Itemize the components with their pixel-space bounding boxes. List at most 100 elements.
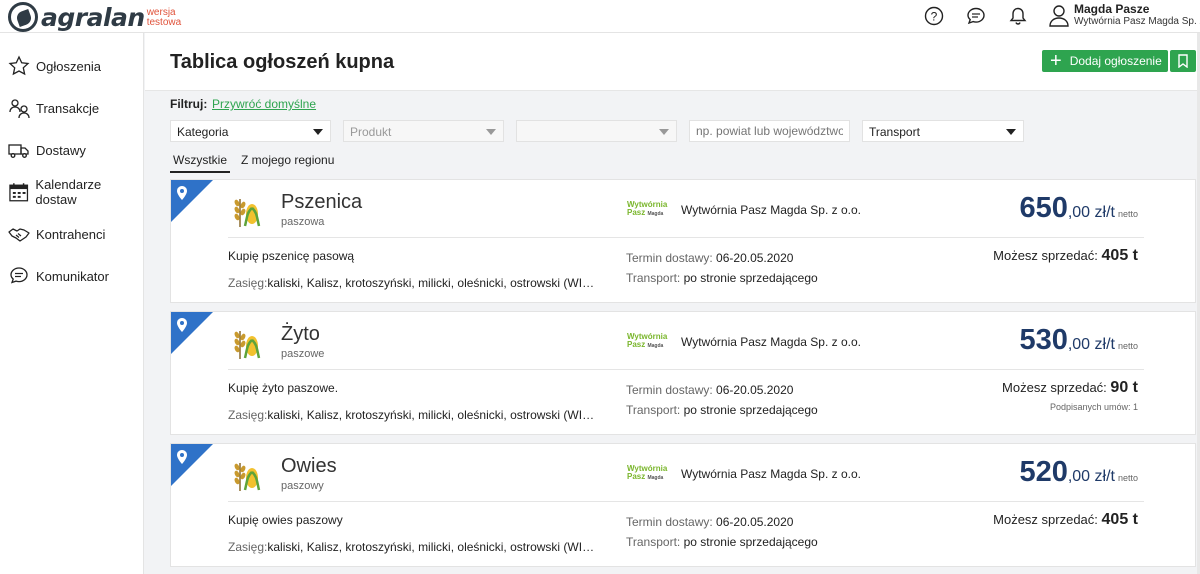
- card-text: Termin dostawy:: [626, 515, 713, 529]
- card-text: 405 t: [1101, 511, 1138, 528]
- location-pin-icon: [171, 444, 213, 486]
- add-listing-button[interactable]: + Dodaj ogłoszenie: [1042, 50, 1168, 72]
- transport-select[interactable]: Transport: [862, 120, 1024, 142]
- logo-leaf-icon: [8, 2, 38, 32]
- star-icon: [8, 55, 30, 76]
- sidebar-item-label: Transakcje: [36, 100, 100, 116]
- card-text: kaliski, Kalisz, krotoszyński, milicki, …: [267, 540, 598, 554]
- card-text: Pasz: [627, 208, 646, 217]
- category-value: Kategoria: [177, 125, 229, 139]
- listing-description: Kupię żyto paszowe.: [228, 381, 339, 395]
- sidebar-item-label: Ogłoszenia: [36, 58, 102, 74]
- price-netto: netto: [1117, 341, 1138, 351]
- filter-label: Filtruj:: [170, 97, 208, 111]
- card-text: 06-20.05.2020: [716, 383, 794, 397]
- card-text: Transport:: [626, 535, 681, 549]
- company-name[interactable]: Wytwórnia Pasz Magda Sp. z o.o.: [681, 203, 861, 217]
- sidebar-item-label: Komunikator: [36, 268, 109, 284]
- category-select[interactable]: Kategoria: [170, 120, 331, 142]
- card-text: 405 t: [1101, 247, 1138, 264]
- location-input[interactable]: [689, 120, 850, 142]
- card-text: po stronie sprzedającego: [683, 535, 818, 549]
- price-main: 650: [1019, 192, 1068, 224]
- price: 530,00 zł/t netto: [1019, 324, 1138, 357]
- transport-value: Transport: [869, 125, 920, 139]
- product-variant: paszowa: [281, 216, 325, 228]
- company-name[interactable]: Wytwórnia Pasz Magda Sp. z o.o.: [681, 335, 861, 349]
- help-icon[interactable]: ?: [923, 5, 945, 27]
- sidebar-item-kontrahenci[interactable]: Kontrahenci: [8, 222, 105, 246]
- handshake-icon: [8, 228, 30, 242]
- sidebar-item-komunikator[interactable]: Komunikator: [8, 264, 109, 288]
- reset-filters-link[interactable]: Przywróć domyślne: [212, 97, 316, 111]
- calendar-icon: [9, 183, 29, 202]
- sidebar-item-kalendarze-dostaw[interactable]: Kalendarze dostaw: [8, 177, 143, 207]
- delivery-term: Termin dostawy: 06-20.05.2020: [626, 515, 793, 529]
- transactions-icon: [9, 99, 30, 119]
- bell-icon[interactable]: [1007, 5, 1029, 27]
- delivery-term: Termin dostawy: 06-20.05.2020: [626, 383, 793, 397]
- product-variant: paszowe: [281, 348, 325, 360]
- listing-range: Zasięg:kaliski, Kalisz, krotoszyński, mi…: [228, 408, 598, 422]
- card-text: Magda: [647, 475, 664, 481]
- transport-info: Transport: po stronie sprzedającego: [626, 403, 818, 417]
- sidebar-item-label: Dostawy: [36, 142, 86, 158]
- bookmark-icon: [1178, 54, 1188, 68]
- card-text: 06-20.05.2020: [716, 251, 794, 265]
- listing-card[interactable]: Żyto paszowe Wytwórnia Pasz Magda Wytwórn…: [170, 311, 1196, 435]
- agralan-logo[interactable]: agralan wersja testowa: [8, 2, 181, 32]
- card-text: Zasięg:: [228, 276, 268, 290]
- card-text: Możesz sprzedać:: [993, 248, 1098, 263]
- product-name: Pszenica: [281, 191, 363, 213]
- price-netto: netto: [1117, 473, 1138, 483]
- signed-contracts: Podpisanych umów: 1: [1049, 402, 1138, 412]
- product-variant: paszowy: [281, 480, 324, 492]
- card-divider: [228, 501, 1144, 502]
- sell-amount: Możesz sprzedać: 405 t: [993, 247, 1138, 265]
- card-text: Możesz sprzedać:: [993, 512, 1098, 527]
- top-bar: agralan wersja testowa ? Magda Pasze Wyt…: [0, 0, 1200, 33]
- variant-select[interactable]: [516, 120, 677, 142]
- grain-icon: [228, 325, 264, 361]
- card-text: Zasięg:: [228, 540, 268, 554]
- sell-amount: Możesz sprzedać: 405 t: [993, 511, 1138, 529]
- grain-icon: [228, 457, 264, 493]
- chat-icon: [10, 267, 28, 284]
- price-unit: ,00 zł/t: [1067, 468, 1115, 485]
- chevron-down-icon: [659, 129, 669, 135]
- bookmark-button[interactable]: [1170, 50, 1196, 72]
- product-select[interactable]: Produkt: [343, 120, 504, 142]
- company-name[interactable]: Wytwórnia Pasz Magda Sp. z o.o.: [681, 467, 861, 481]
- sidebar-item-dostawy[interactable]: Dostawy: [8, 138, 86, 162]
- user-company: Wytwórnia Pasz Magda Sp. z o.o.: [1074, 16, 1200, 27]
- card-text: 06-20.05.2020: [716, 515, 794, 529]
- user-name[interactable]: Magda Pasze: [1074, 2, 1149, 16]
- sell-amount: Możesz sprzedać: 90 t: [1002, 379, 1138, 397]
- transport-info: Transport: po stronie sprzedającego: [626, 535, 818, 549]
- card-text: Termin dostawy:: [626, 251, 713, 265]
- test-version-badge: wersja testowa: [147, 8, 181, 28]
- listing-card[interactable]: Pszenica paszowa Wytwórnia Pasz Magda Wyt…: [170, 179, 1196, 303]
- page-header: Tablica ogłoszeń kupna + Dodaj ogłoszeni…: [145, 33, 1200, 91]
- plus-icon: +: [1050, 50, 1062, 72]
- company-logo: Wytwórnia Pasz Magda: [627, 465, 673, 482]
- tab-all[interactable]: Wszystkie: [170, 153, 230, 173]
- messages-icon[interactable]: [965, 5, 987, 27]
- tab-my-region[interactable]: Z mojego regionu: [241, 153, 334, 171]
- listing-description: Kupię owies paszowy: [228, 513, 343, 527]
- logo-text: agralan: [41, 2, 145, 32]
- grain-icon: [228, 193, 264, 229]
- sidebar-item-ogloszenia[interactable]: Ogłoszenia: [8, 54, 101, 78]
- listing-card[interactable]: Owies paszowy Wytwórnia Pasz Magda Wytwór…: [170, 443, 1196, 567]
- card-text: Pasz: [627, 340, 646, 349]
- card-text: Zasięg:: [228, 408, 268, 422]
- company-logo: Wytwórnia Pasz Magda: [627, 333, 673, 350]
- sidebar-item-transakcje[interactable]: Transakcje: [8, 96, 99, 120]
- chevron-down-icon: [486, 129, 496, 135]
- user-icon[interactable]: [1048, 4, 1070, 33]
- card-text: po stronie sprzedającego: [683, 271, 818, 285]
- price-unit: ,00 zł/t: [1067, 336, 1115, 353]
- product-name: Owies: [281, 455, 337, 477]
- product-name: Żyto: [281, 323, 320, 345]
- location-pin-icon: [171, 312, 213, 354]
